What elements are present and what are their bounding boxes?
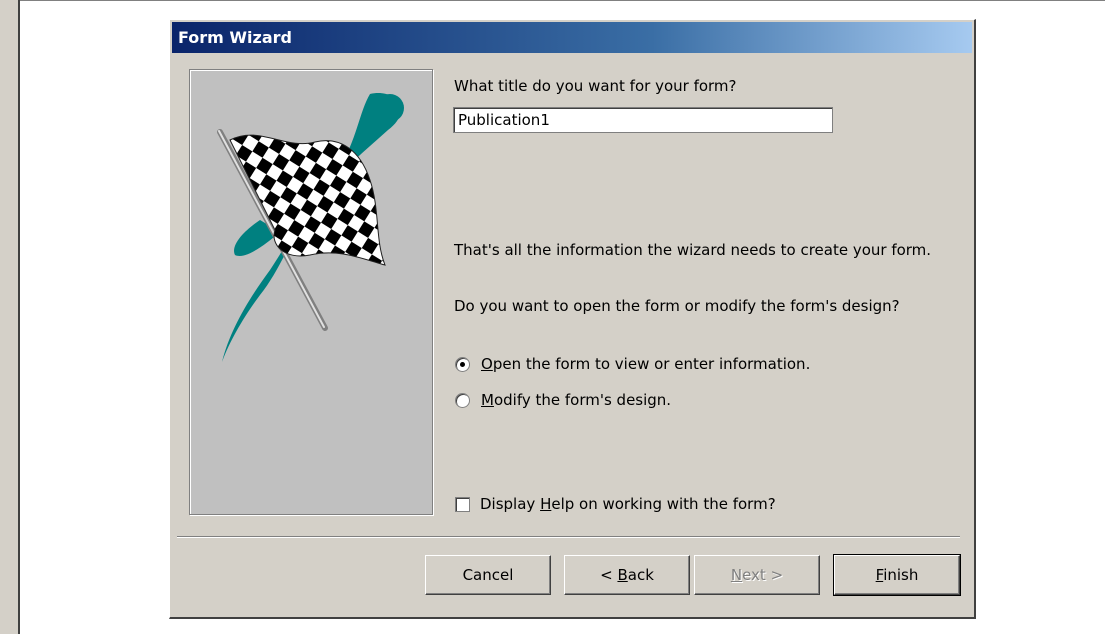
open-question-label: Do you want to open the form or modify t… xyxy=(454,297,900,315)
title-question-label: What title do you want for your form? xyxy=(454,77,737,95)
help-checkbox[interactable] xyxy=(455,496,470,512)
button-separator xyxy=(177,536,960,538)
radio-open-form-label: Open the form to view or enter informati… xyxy=(481,355,811,373)
form-wizard-dialog: Form Wizard What title do you want for y… xyxy=(169,19,976,619)
help-checkbox-row[interactable]: Display Help on working with the form? xyxy=(455,495,776,513)
back-button[interactable]: < Back xyxy=(564,555,690,595)
radio-button-selected[interactable] xyxy=(455,356,470,372)
finish-button[interactable]: Finish xyxy=(833,554,961,596)
cancel-button[interactable]: Cancel xyxy=(425,555,551,595)
dialog-titlebar[interactable]: Form Wizard xyxy=(172,22,972,53)
info-text: That's all the information the wizard ne… xyxy=(454,241,932,259)
checkered-flag-icon xyxy=(217,92,404,363)
radio-modify-design-label: Modify the form's design. xyxy=(481,391,672,409)
next-button[interactable]: Next > xyxy=(694,555,820,595)
cancel-button-label: Cancel xyxy=(462,566,514,584)
finish-button-label: Finish xyxy=(875,566,919,584)
next-button-label: Next > xyxy=(730,566,784,584)
background-window-edge xyxy=(0,0,20,634)
radio-button[interactable] xyxy=(455,392,470,408)
help-checkbox-label: Display Help on working with the form? xyxy=(480,495,776,513)
wizard-image-panel xyxy=(189,69,433,515)
form-title-input[interactable] xyxy=(453,107,833,133)
radio-modify-design[interactable]: Modify the form's design. xyxy=(455,391,671,409)
background-window-rule xyxy=(20,0,1105,1)
radio-open-form[interactable]: Open the form to view or enter informati… xyxy=(455,355,810,373)
back-button-label: < Back xyxy=(600,566,654,584)
